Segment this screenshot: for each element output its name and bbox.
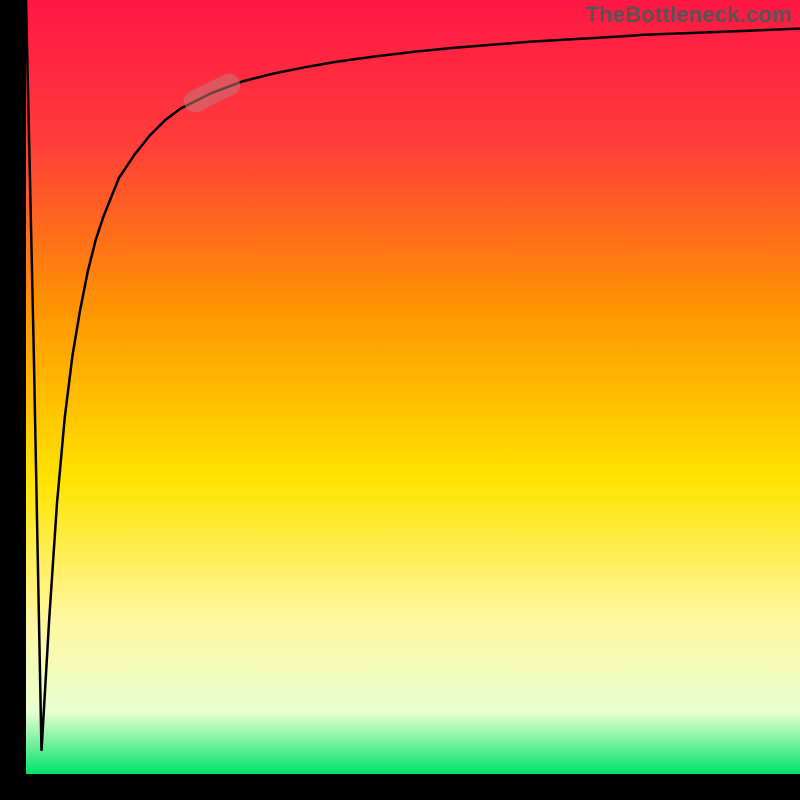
chart-container: TheBottleneck.com [0, 0, 800, 800]
plot-area [26, 0, 800, 774]
bottleneck-curve-path [26, 0, 800, 751]
watermark-text: TheBottleneck.com [586, 2, 792, 28]
y-axis-strip [0, 0, 26, 800]
curve-svg [26, 0, 800, 774]
x-axis-strip [0, 774, 800, 800]
